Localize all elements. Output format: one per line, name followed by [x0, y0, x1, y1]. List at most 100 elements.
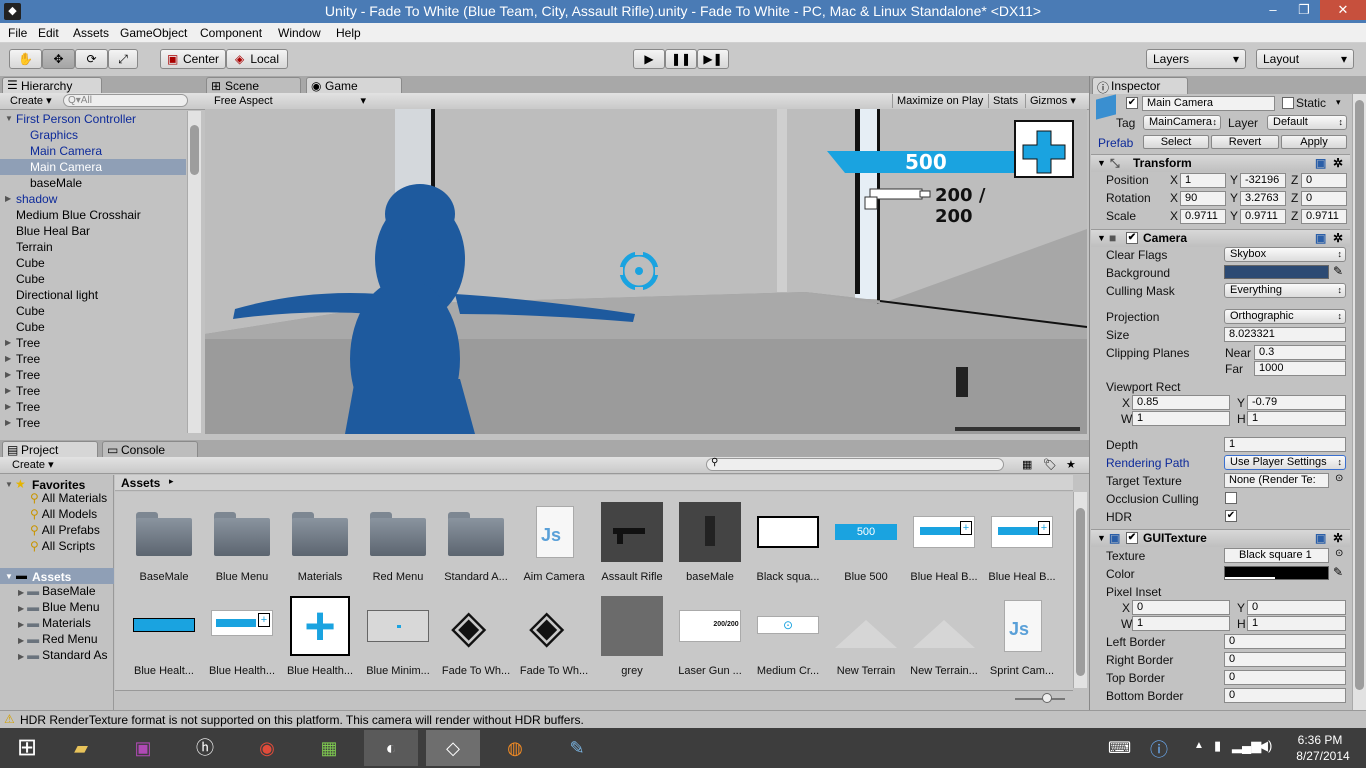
hierarchy-item[interactable]: ▶ Tree	[0, 383, 186, 399]
pivot-toggle[interactable]: ▣ Center	[160, 49, 226, 69]
folder-tree-item[interactable]: ▶ ▬ BaseMale	[18, 584, 114, 598]
asset-item[interactable]: BaseMale	[127, 502, 201, 583]
start-button[interactable]: ⊞	[0, 730, 54, 766]
asset-item[interactable]: ◈ Fade To Wh...	[517, 596, 591, 677]
collapse-arrow-icon[interactable]: ▶	[18, 604, 24, 613]
filter-label-icon[interactable]: 🏷	[1043, 458, 1057, 471]
hierarchy-search-input[interactable]: Q▾All	[63, 94, 188, 107]
clear-flags-dropdown[interactable]: Skybox	[1224, 247, 1346, 262]
help-icon[interactable]: ▣	[1315, 230, 1326, 247]
asset-item[interactable]: + Blue Health...	[283, 596, 357, 677]
rotation-z-field[interactable]: 0	[1301, 191, 1347, 206]
help-icon[interactable]: ▣	[1315, 530, 1326, 547]
hierarchy-item[interactable]: ▼ First Person Controller	[0, 111, 186, 127]
asset-item[interactable]: ◈ Fade To Wh...	[439, 596, 513, 677]
maximize-on-play-toggle[interactable]: Maximize on Play	[892, 94, 983, 108]
hierarchy-item[interactable]: ▶ Tree	[0, 335, 186, 351]
asset-item[interactable]: Js Aim Camera	[517, 502, 591, 583]
prefab-select-button[interactable]: Select	[1143, 135, 1209, 149]
taskbar-hp[interactable]: ⓗ	[178, 730, 232, 766]
play-button[interactable]: ▶	[633, 49, 665, 69]
collapse-arrow-icon[interactable]: ▶	[5, 351, 11, 367]
tab-inspector[interactable]: ⓘ Inspector	[1092, 77, 1188, 95]
camera-enabled-checkbox[interactable]: ✔	[1126, 232, 1138, 244]
texture-field[interactable]: Black square 1	[1224, 548, 1329, 563]
asset-item[interactable]: Blue Minim...	[361, 596, 435, 677]
space-toggle[interactable]: ◈ Local	[226, 49, 288, 69]
prefab-revert-button[interactable]: Revert	[1211, 135, 1279, 149]
asset-item[interactable]: baseMale	[673, 502, 747, 583]
project-scrollbar[interactable]	[1073, 492, 1087, 688]
layout-dropdown[interactable]: Layout ▾	[1256, 49, 1354, 69]
minimize-button[interactable]: –	[1258, 0, 1288, 20]
close-button[interactable]: ✕	[1320, 0, 1366, 20]
asset-item[interactable]: + Blue Heal B...	[985, 502, 1059, 583]
gear-icon[interactable]: ✲	[1333, 155, 1343, 172]
taskbar-unity[interactable]: ◇	[426, 730, 480, 766]
size-field[interactable]: 8.023321	[1224, 327, 1346, 342]
tab-hierarchy[interactable]: ☰ Hierarchy	[2, 77, 102, 94]
favorite-item[interactable]: ⚲ All Scripts	[30, 539, 95, 553]
asset-item[interactable]: Blue Menu	[205, 502, 279, 583]
aspect-dropdown[interactable]: Free Aspect ▾	[210, 94, 368, 108]
taskbar-explorer[interactable]: ▰	[54, 730, 108, 766]
hierarchy-item[interactable]: ▶ Tree	[0, 415, 186, 431]
inset-h-field[interactable]: 1	[1247, 616, 1346, 631]
rotate-tool-button[interactable]: ⟳	[75, 49, 108, 69]
culling-mask-dropdown[interactable]: Everything	[1224, 283, 1346, 298]
tray-expand-icon[interactable]: ▲	[1194, 740, 1204, 751]
depth-field[interactable]: 1	[1224, 437, 1346, 452]
target-texture-field[interactable]: None (Render Te:	[1224, 473, 1329, 488]
collapse-arrow-icon[interactable]: ▶	[5, 335, 11, 351]
position-y-field[interactable]: -32196	[1240, 173, 1286, 188]
object-picker-icon[interactable]: ⊙	[1335, 548, 1343, 559]
asset-item[interactable]: grey	[595, 596, 669, 677]
favorite-item[interactable]: ⚲ All Models	[30, 507, 97, 521]
collapse-arrow-icon[interactable]: ▶	[5, 415, 11, 431]
active-checkbox[interactable]: ✔	[1126, 97, 1138, 109]
viewport-x-field[interactable]: 0.85	[1132, 395, 1230, 410]
game-viewport[interactable]: 500 200 / 200	[205, 109, 1087, 434]
tab-scene[interactable]: ⊞ Scene	[206, 77, 301, 94]
left-border-field[interactable]: 0	[1224, 634, 1346, 649]
hierarchy-item[interactable]: Cube	[0, 255, 186, 271]
favorite-item[interactable]: ⚲ All Prefabs	[30, 523, 100, 537]
hierarchy-item[interactable]: Medium Blue Crosshair	[0, 207, 186, 223]
hierarchy-item[interactable]: Blue Heal Bar	[0, 223, 186, 239]
folder-tree-item[interactable]: ▶ ▬ Standard As	[18, 648, 114, 662]
inset-w-field[interactable]: 1	[1132, 616, 1230, 631]
hierarchy-item[interactable]: Main Camera	[0, 159, 186, 175]
chevron-down-icon[interactable]: ▾	[1336, 97, 1341, 108]
static-checkbox[interactable]	[1282, 97, 1294, 109]
zoom-slider[interactable]	[1042, 693, 1052, 703]
keyboard-icon[interactable]: ⌨	[1108, 738, 1131, 758]
projection-dropdown[interactable]: Orthographic	[1224, 309, 1346, 324]
scale-y-field[interactable]: 0.9711	[1240, 209, 1286, 224]
hierarchy-item[interactable]: Graphics	[0, 127, 186, 143]
clock-date[interactable]: 8/27/2014	[1290, 749, 1356, 763]
position-x-field[interactable]: 1	[1180, 173, 1226, 188]
clock-time[interactable]: 6:36 PM	[1290, 733, 1350, 747]
filter-type-icon[interactable]: ▦	[1022, 458, 1032, 471]
project-create-dropdown[interactable]: Create ▾	[8, 458, 58, 472]
menu-help[interactable]: Help	[336, 26, 361, 40]
menu-edit[interactable]: Edit	[38, 26, 59, 40]
asset-item[interactable]: Assault Rifle	[595, 502, 669, 583]
guitexture-header[interactable]: ▼ ▣ ✔ GUITexture ▣ ✲	[1091, 529, 1350, 547]
menu-component[interactable]: Component	[200, 26, 262, 40]
inset-x-field[interactable]: 0	[1132, 600, 1230, 615]
asset-item[interactable]: + Blue Health...	[205, 596, 279, 677]
hdr-checkbox[interactable]: ✔	[1225, 510, 1237, 522]
hierarchy-item[interactable]: ▶ shadow	[0, 191, 186, 207]
rotation-y-field[interactable]: 3.2763	[1240, 191, 1286, 206]
viewport-w-field[interactable]: 1	[1132, 411, 1230, 426]
hand-tool-button[interactable]: ✋	[9, 49, 42, 69]
hierarchy-item[interactable]: Main Camera	[0, 143, 186, 159]
scale-x-field[interactable]: 0.9711	[1180, 209, 1226, 224]
taskbar-media[interactable]: ▦	[302, 730, 356, 766]
gameobject-name-input[interactable]: Main Camera	[1142, 96, 1275, 111]
info-tray-icon[interactable]: ⓘ	[1150, 736, 1168, 762]
taskbar-remote[interactable]: ▣	[116, 730, 170, 766]
collapse-arrow-icon[interactable]: ▶	[5, 383, 11, 399]
gear-icon[interactable]: ✲	[1333, 230, 1343, 247]
